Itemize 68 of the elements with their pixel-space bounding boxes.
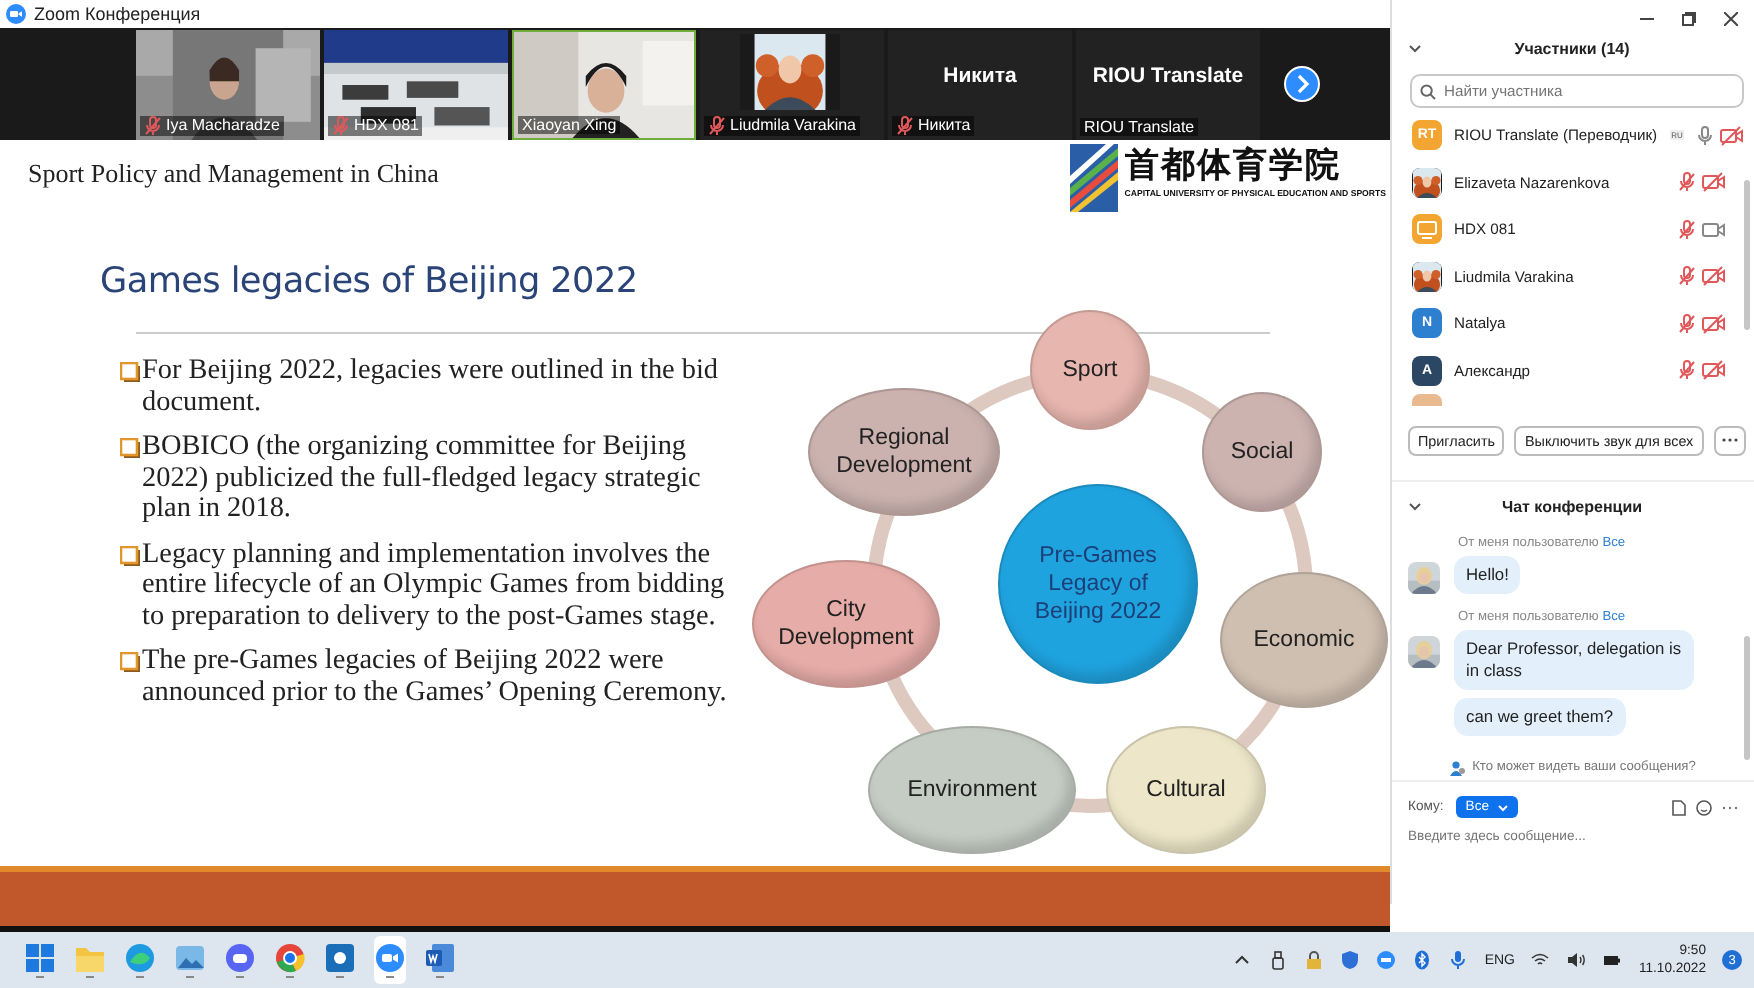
volume-icon[interactable]: [1566, 950, 1587, 970]
diagram-node: Economic: [1220, 572, 1388, 708]
collapse-chevron-icon[interactable]: [1408, 501, 1422, 511]
shield-icon[interactable]: [1340, 950, 1361, 970]
more-icon: [1721, 434, 1738, 446]
chat-message: Dear Professor, delegation is in class: [1454, 630, 1694, 690]
video-tile[interactable]: Никита Никита: [888, 29, 1072, 139]
diagram-node: Environment: [868, 726, 1076, 854]
video-tile[interactable]: Iya Macharadze: [136, 29, 320, 139]
wifi-icon[interactable]: [1530, 950, 1551, 970]
participant-name: Никита: [941, 63, 1019, 87]
diagram-node: Regional Development: [808, 388, 1000, 516]
diagram-node: Sport: [1030, 310, 1150, 430]
start-menu-icon[interactable]: [24, 942, 56, 978]
window-title: Zoom Конференция: [34, 4, 201, 24]
square-bullet-icon: [120, 652, 140, 672]
participant-name: Xiaoyan Xing: [522, 115, 617, 133]
photos-icon[interactable]: [174, 942, 206, 978]
video-tile[interactable]: RIOU Translate RIOU Translate: [1076, 29, 1260, 139]
caret-icon: [1497, 803, 1507, 811]
diagram-node: Social: [1202, 392, 1322, 512]
minimize-icon[interactable]: [1640, 12, 1654, 26]
close-icon[interactable]: [1724, 12, 1738, 26]
chat-app-icon[interactable]: [224, 942, 256, 978]
bluetooth-icon[interactable]: [1412, 950, 1433, 970]
battery-icon[interactable]: [1602, 950, 1623, 970]
diagram-center-node: Pre-Games Legacy of Beijing 2022: [998, 484, 1198, 684]
scrollbar[interactable]: [1744, 180, 1750, 330]
microphone-icon[interactable]: [1448, 950, 1469, 970]
app-icon[interactable]: [324, 942, 356, 978]
bullet-text: For Beijing 2022, legacies were outlined in the bid document.: [142, 356, 721, 418]
chrome-icon[interactable]: [274, 942, 306, 978]
zoom-icon[interactable]: [374, 942, 406, 978]
people-icon: [1450, 759, 1467, 775]
chat-message: can we greet them?: [1454, 698, 1626, 736]
chat-message: Hello!: [1454, 556, 1521, 594]
bullet-text: Legacy planning and implementation involves the entire lifecycle of an Olympic Games from bidding to preparation to delivery to the post-Games stage.: [142, 539, 727, 632]
zoom-tray-icon[interactable]: [1376, 950, 1397, 970]
bullet-text: BOBICO (the organizing committee for Beijing 2022) publicized the full-fledged legacy strategic plan in 2018.: [142, 432, 703, 525]
participant-name: RIOU Translate: [1090, 63, 1246, 87]
logo-text: 首都体育学院: [1124, 144, 1343, 188]
lock-icon[interactable]: [1304, 950, 1325, 970]
usb-icon[interactable]: [1268, 950, 1289, 970]
square-bullet-icon: [120, 438, 140, 458]
search-icon: [1420, 83, 1436, 99]
bullet-text: The pre-Games legacies of Beijing 2022 were announced prior to the Games’ Opening Ceremony.: [142, 646, 729, 708]
chat-title: Чат конференции: [1499, 497, 1645, 515]
video-tile[interactable]: Xiaoyan Xing: [512, 29, 696, 139]
scrollbar[interactable]: [1744, 636, 1750, 760]
collapse-chevron-icon[interactable]: [1408, 43, 1422, 53]
diagram-node: Cultural: [1106, 726, 1266, 854]
file-icon[interactable]: [1672, 799, 1686, 815]
word-icon[interactable]: [424, 942, 456, 978]
panel-title: Участники (14): [1512, 39, 1632, 57]
participant-name: Никита: [918, 116, 971, 134]
slide-header: Sport Policy and Management in China: [28, 158, 439, 192]
participant-name: Iya Macharadze: [166, 116, 280, 134]
emoji-icon[interactable]: [1696, 799, 1712, 815]
participant-name: RIOU Translate: [1084, 117, 1195, 135]
video-tile[interactable]: Liudmila Varakina: [700, 29, 884, 139]
participant-name: Liudmila Varakina: [730, 116, 856, 134]
slide-title: Games legacies of Beijing 2022: [100, 262, 640, 302]
restore-icon[interactable]: [1682, 12, 1696, 26]
square-bullet-icon: [120, 362, 140, 382]
diagram-node: City Development: [752, 560, 940, 688]
avatar: [1412, 394, 1442, 406]
next-page-icon[interactable]: [1284, 66, 1320, 102]
square-bullet-icon: [120, 545, 140, 565]
